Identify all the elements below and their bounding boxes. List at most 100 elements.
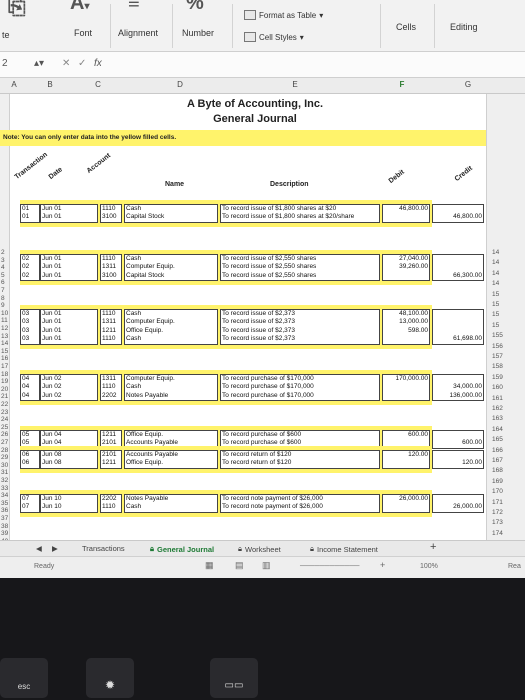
journal-cell-t[interactable]: 06	[22, 451, 36, 458]
row-number[interactable]: 172	[492, 509, 503, 516]
journal-cell-n[interactable]: Notes Payable	[126, 392, 214, 399]
row-number[interactable]: 169	[492, 478, 503, 485]
journal-cell-t[interactable]: 03	[22, 327, 36, 334]
row-number[interactable]: 24	[1, 416, 8, 423]
row-number[interactable]: 19	[1, 378, 8, 385]
row-number[interactable]: 173	[492, 519, 503, 526]
journal-cell-cr[interactable]: 26,000.00	[434, 503, 482, 510]
row-number[interactable]: 170	[492, 488, 503, 495]
row-number[interactable]: 37	[1, 515, 8, 522]
row-number[interactable]: 15	[492, 322, 499, 329]
row-number[interactable]: 158	[492, 363, 503, 370]
cancel-icon[interactable]: ✕	[62, 58, 70, 69]
row-number[interactable]: 4	[1, 264, 5, 271]
journal-cell-d[interactable]: Jun 10	[42, 503, 86, 510]
row-number[interactable]: 36	[1, 507, 8, 514]
journal-cell-d[interactable]: Jun 01	[42, 335, 86, 342]
column-e[interactable]: E	[285, 80, 305, 89]
row-number[interactable]: 14	[492, 259, 499, 266]
journal-cell-a[interactable]: 3100	[102, 213, 120, 220]
journal-cell-desc[interactable]: To record purchase of $170,000	[222, 383, 378, 390]
journal-cell-d[interactable]: Jun 01	[42, 310, 86, 317]
row-number[interactable]: 20	[1, 386, 8, 393]
column-a[interactable]: A	[4, 80, 24, 89]
row-number[interactable]: 25	[1, 424, 8, 431]
row-number[interactable]: 3	[1, 257, 5, 264]
zoom-slider[interactable]: ────────────	[300, 563, 360, 570]
journal-cell-t[interactable]: 05	[22, 431, 36, 438]
journal-cell-d[interactable]: Jun 01	[42, 213, 86, 220]
row-number[interactable]: 162	[492, 405, 503, 412]
worksheet[interactable]: 2 3 4 5 6 7 8 9 10 11 12 13 14 15 16 17 18 19 20 21 22 23 24 25…	[0, 94, 525, 558]
journal-cell-d[interactable]: Jun 08	[42, 451, 86, 458]
row-number[interactable]: 12	[1, 325, 8, 332]
journal-cell-n[interactable]: Computer Equip.	[126, 318, 214, 325]
journal-cell-desc[interactable]: To record purchase of $170,000	[222, 375, 378, 382]
alignment-icon[interactable]: ≡	[128, 0, 140, 15]
page-break-icon[interactable]: ▥	[262, 560, 271, 571]
journal-cell-d[interactable]: Jun 01	[42, 318, 86, 325]
journal-cell-n[interactable]: Cash	[126, 335, 214, 342]
journal-cell-n[interactable]: Computer Equip.	[126, 263, 214, 270]
journal-cell-desc[interactable]: To record issue of $2,373	[222, 318, 378, 325]
journal-cell-dr[interactable]: 39,260.00	[384, 263, 428, 270]
name-box[interactable]: 2	[2, 58, 8, 69]
row-number[interactable]: 21	[1, 393, 8, 400]
journal-cell-t[interactable]: 01	[22, 213, 36, 220]
tab-income-statement[interactable]: 🔒︎ Income Statement	[310, 544, 378, 554]
journal-cell-desc[interactable]: To record issue of $2,373	[222, 327, 378, 334]
row-number[interactable]: 31	[1, 469, 8, 476]
row-number[interactable]: 34	[1, 492, 8, 499]
journal-cell-t[interactable]: 06	[22, 459, 36, 466]
journal-cell-desc[interactable]: To record issue of $1,800 shares at $20/…	[222, 213, 378, 220]
row-number[interactable]: 164	[492, 426, 503, 433]
name-box-stepper-icon[interactable]: ▴▾	[34, 58, 44, 69]
row-number[interactable]: 23	[1, 409, 8, 416]
journal-cell-desc[interactable]: To record purchase of $600	[222, 431, 378, 438]
journal-cell-t[interactable]: 04	[22, 375, 36, 382]
journal-cell-desc[interactable]: To record note payment of $26,000	[222, 503, 378, 510]
percent-icon[interactable]: %	[186, 0, 204, 15]
column-b[interactable]: B	[40, 80, 60, 89]
row-number[interactable]: 161	[492, 395, 503, 402]
row-number[interactable]: 17	[1, 363, 8, 370]
journal-cell-a[interactable]: 1110	[102, 310, 120, 317]
row-number[interactable]: 15	[492, 291, 499, 298]
cells-group-button[interactable]: Cells	[396, 22, 416, 32]
journal-cell-n[interactable]: Cash	[126, 310, 214, 317]
row-number[interactable]: 15	[492, 311, 499, 318]
journal-cell-n[interactable]: Notes Payable	[126, 495, 214, 502]
journal-cell-cr[interactable]: 600.00	[434, 439, 482, 446]
row-number[interactable]: 10	[1, 310, 8, 317]
cell-styles-button[interactable]: Cell Styles ▾	[244, 32, 304, 42]
row-number[interactable]: 160	[492, 384, 503, 391]
row-number[interactable]: 29	[1, 454, 8, 461]
journal-cell-d[interactable]: Jun 08	[42, 459, 86, 466]
journal-cell-d[interactable]: Jun 01	[42, 263, 86, 270]
journal-cell-d[interactable]: Jun 01	[42, 327, 86, 334]
tab-general-journal[interactable]: 🔒︎ General Journal	[150, 544, 214, 554]
row-number[interactable]: 5	[1, 272, 5, 279]
journal-cell-cr[interactable]: 120.00	[434, 459, 482, 466]
journal-cell-desc[interactable]: To record purchase of $170,000	[222, 392, 378, 399]
journal-cell-d[interactable]: Jun 02	[42, 392, 86, 399]
journal-cell-desc[interactable]: To record issue of $2,550 shares	[222, 255, 378, 262]
journal-cell-t[interactable]: 04	[22, 383, 36, 390]
row-number[interactable]: 167	[492, 457, 503, 464]
journal-cell-desc[interactable]: To record issue of $2,373	[222, 310, 378, 317]
ribbon-tab-left[interactable]: te	[2, 30, 10, 40]
row-number[interactable]: 35	[1, 500, 8, 507]
journal-cell-dr[interactable]: 120.00	[384, 451, 428, 458]
journal-cell-n[interactable]: Cash	[126, 205, 214, 212]
row-number[interactable]: 7	[1, 287, 5, 294]
normal-view-icon[interactable]: ▦	[205, 560, 214, 571]
journal-cell-dr[interactable]: 46,800.00	[384, 205, 428, 212]
journal-cell-d[interactable]: Jun 04	[42, 431, 86, 438]
row-number[interactable]: 166	[492, 447, 503, 454]
journal-cell-a[interactable]: 1110	[102, 503, 120, 510]
journal-cell-a[interactable]: 1211	[102, 327, 120, 334]
row-number[interactable]: 14	[1, 340, 8, 347]
row-number[interactable]: 156	[492, 343, 503, 350]
journal-cell-dr[interactable]: 13,000.00	[384, 318, 428, 325]
journal-cell-t[interactable]: 03	[22, 318, 36, 325]
